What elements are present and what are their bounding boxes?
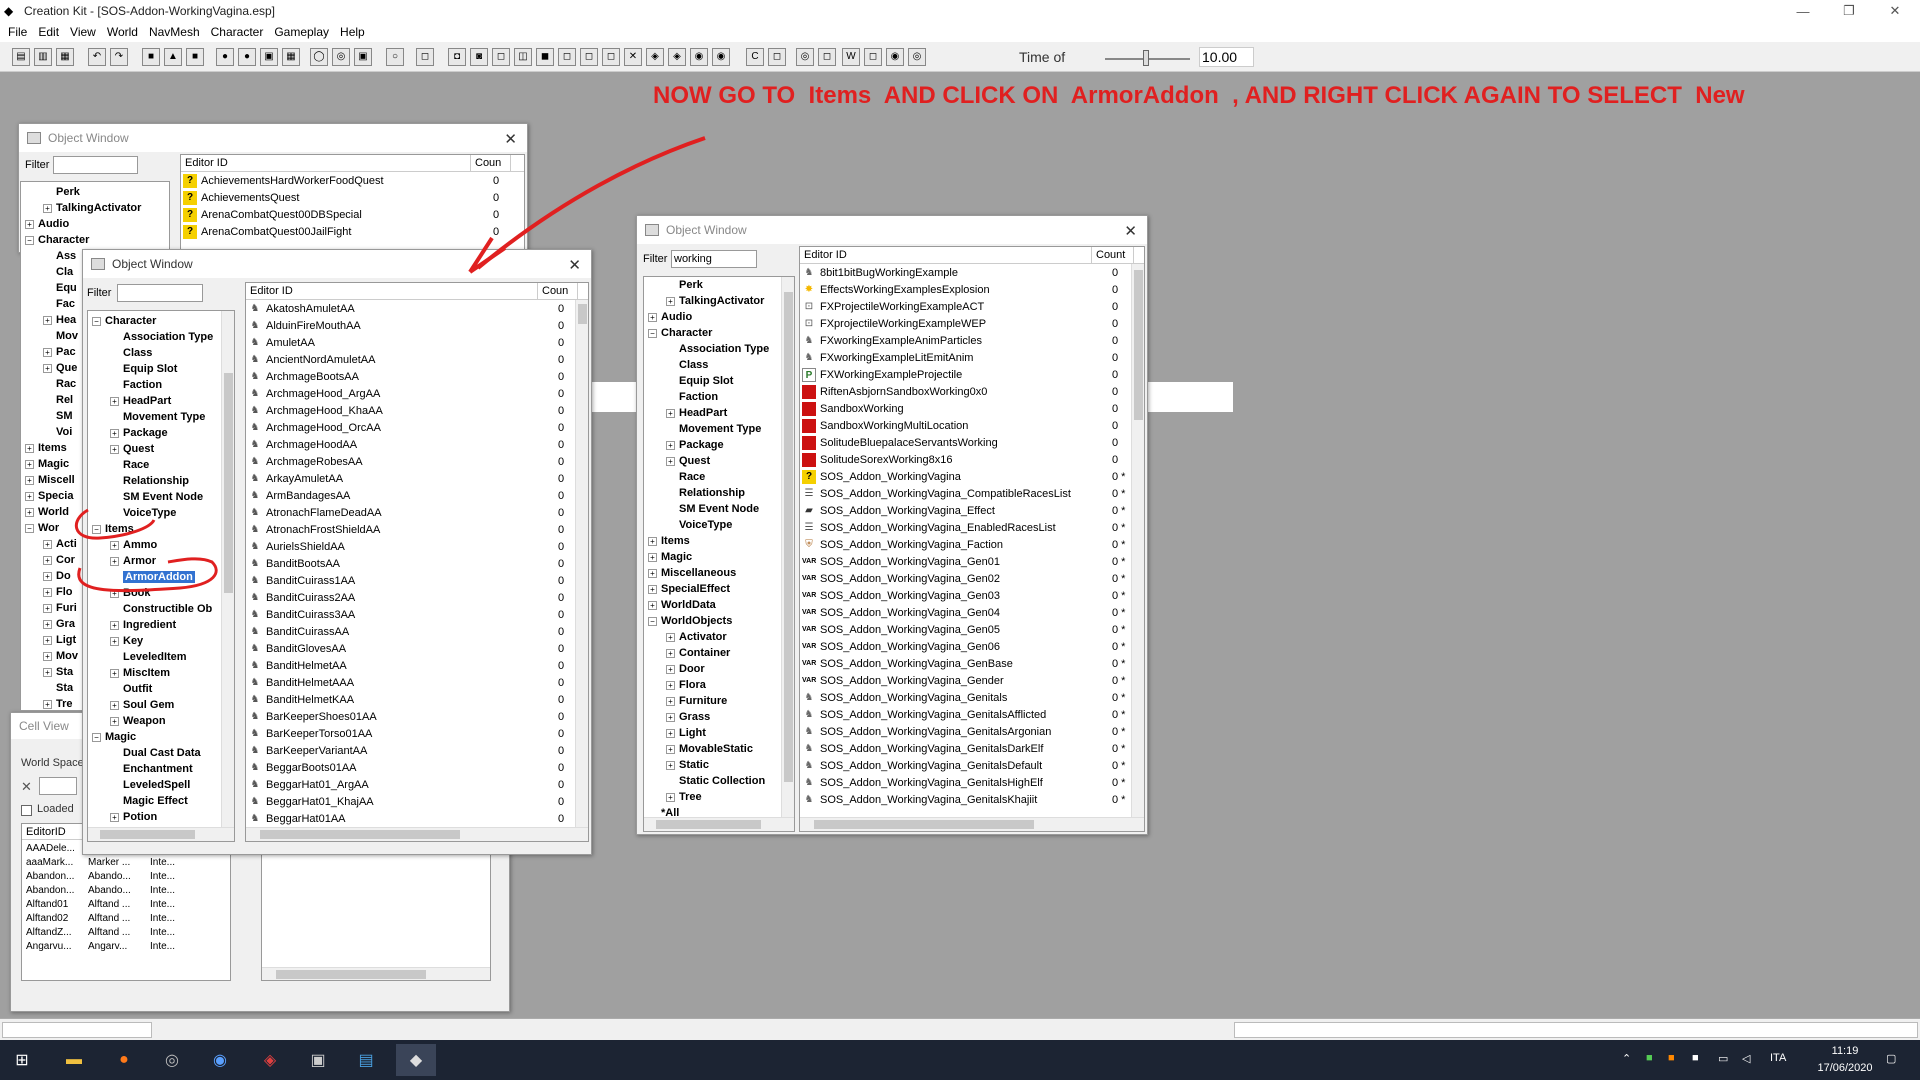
status-segment [2,1022,152,1038]
app-icon-1[interactable]: ◎ [152,1044,192,1076]
status-bar [0,1018,1920,1040]
annotation-arrow [476,136,706,270]
creation-kit-taskbar-icon[interactable]: ◆ [396,1044,436,1076]
app-icon-2[interactable]: ◉ [200,1044,240,1076]
app-icon-4[interactable]: ▣ [298,1044,338,1076]
app-icon-3[interactable]: ◈ [250,1044,290,1076]
tray-icon[interactable]: ■ [1668,1052,1675,1064]
app-icon-5[interactable]: ▤ [346,1044,386,1076]
chevron-up-icon[interactable]: ⌃ [1622,1052,1631,1065]
clock[interactable]: 11:19 17/06/2020 [1810,1043,1880,1077]
annotation-circle-armoraddon [77,557,218,593]
annotation-overlay [74,136,706,593]
network-icon[interactable]: ▭ [1718,1052,1728,1065]
clock-time: 11:19 [1831,1045,1859,1057]
windows-start-icon[interactable]: ⊞ [2,1044,42,1076]
firefox-icon[interactable]: ● [104,1044,144,1076]
tray-icon[interactable]: ■ [1692,1052,1699,1064]
tray-icon[interactable]: ■ [1646,1052,1653,1064]
status-segment [1234,1022,1918,1038]
language-indicator[interactable]: ITA [1770,1052,1786,1064]
file-explorer-icon[interactable]: ▬ [54,1044,94,1076]
clock-date: 17/06/2020 [1817,1062,1873,1074]
notification-icon[interactable]: ▢ [1886,1052,1896,1065]
annotation-circle-items [74,508,156,540]
taskbar: ⊞ ▬ ● ◎ ◉ ◈ ▣ ▤ ◆ ⌃ ■ ■ ■ ▭ ◁ ITA 11:19 … [0,1040,1920,1080]
annotation-arrowhead [468,236,507,274]
volume-icon[interactable]: ◁ [1742,1052,1750,1065]
